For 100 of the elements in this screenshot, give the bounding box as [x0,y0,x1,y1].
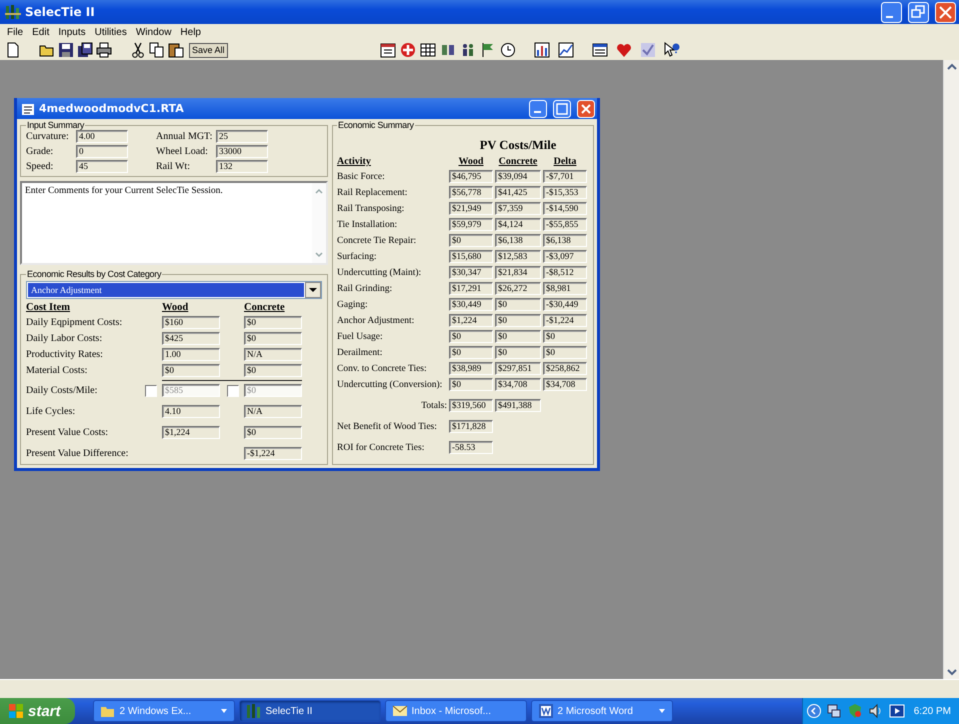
menu-item[interactable]: Inputs [54,26,90,38]
disks-icon[interactable] [77,42,93,58]
copy-icon[interactable] [149,42,165,58]
bar-chart-icon[interactable] [534,42,550,58]
document-title: 4medwoodmodvC1.RTA [39,102,184,115]
line-chart-icon[interactable] [558,42,574,58]
taskbar-button[interactable]: Inbox - Microsof... [384,700,527,722]
value-field: $56,778 [449,186,493,199]
list-icon[interactable] [592,42,608,58]
value-field: -$30,449 [543,298,587,311]
network-icon[interactable] [826,703,842,719]
menu-item[interactable]: Window [132,26,176,38]
save-all-button[interactable]: Save All [189,42,228,58]
field-label: Daily Eqpipment Costs: [26,316,124,328]
value-field: $0 [244,426,302,439]
paste-icon[interactable] [168,42,184,58]
value-field: $0 [543,346,587,359]
taskbar-button[interactable]: SelecTie II [238,700,381,722]
field-label: Surfacing: [337,250,378,262]
value-field: $160 [162,316,220,329]
field-label: Rail Grinding: [337,282,394,294]
value-field: N/A [244,405,302,418]
maximize-button[interactable] [553,100,571,118]
table-heading: PV Costs/Mile [478,138,558,153]
value-field: $0 [244,384,302,397]
value-field: $0 [495,346,541,359]
value-field: $0 [244,332,302,345]
value-field: $297,851 [495,362,541,375]
chevron-icon[interactable] [806,704,821,718]
clock-icon[interactable] [500,42,516,58]
value-field: $0 [244,316,302,329]
value-field: $30,449 [449,298,493,311]
document-icon [21,102,35,116]
field-label: Concrete Tie Repair: [337,234,418,246]
caret-icon [658,707,666,715]
menu-item[interactable]: File [3,26,28,38]
comments-text: Enter Comments for your Current SelecTie Session. [24,185,224,198]
close-button[interactable] [577,100,595,118]
value-field: -$1,224 [244,447,302,460]
restore-button[interactable] [908,2,929,22]
value-field: $26,272 [495,282,541,295]
value-field: $59,979 [449,218,493,231]
field-label: Undercutting (Conversion): [337,378,444,390]
help-icon[interactable] [664,42,680,58]
field-label: Daily Costs/Mile: [26,384,98,396]
start-button[interactable]: start [0,698,75,724]
category-dropdown[interactable]: Anchor Adjustment [26,281,322,299]
value-field: $30,347 [449,266,493,279]
column-header: Concrete [244,302,286,313]
calendar-icon[interactable] [380,42,396,58]
field-label: Gaging: [337,298,369,310]
value-field: 25 [216,130,268,143]
grid-icon[interactable] [420,42,436,58]
document-icon[interactable] [5,42,21,58]
value-field: $34,708 [495,378,541,391]
printer-icon[interactable] [96,42,112,58]
field-label: Fuel Usage: [337,330,384,342]
minimize-button[interactable] [529,100,547,118]
minimize-button[interactable] [881,2,902,22]
checkbox[interactable] [145,384,157,396]
value-field: $15,680 [449,250,493,263]
value-field: $171,828 [449,420,493,433]
close-button[interactable] [935,2,956,22]
taskbar-button[interactable]: 2 Windows Ex... [92,700,235,722]
value-field: $4,124 [495,218,541,231]
value-field: $0 [244,364,302,377]
value-field: -$15,353 [543,186,587,199]
value-field: $319,560 [449,399,493,412]
comments-field[interactable]: Enter Comments for your Current SelecTie Session. [20,181,328,265]
mail-icon [392,703,408,719]
value-field: $0 [495,298,541,311]
value-field: $12,583 [495,250,541,263]
field-label: Anchor Adjustment: [337,314,416,326]
check-icon[interactable] [640,42,656,58]
flag-icon[interactable] [480,42,496,58]
vertical-scrollbar[interactable] [943,60,959,679]
plus-icon[interactable] [400,42,416,58]
menu-item[interactable]: Edit [28,26,54,38]
value-field: $38,989 [449,362,493,375]
field-label: Wheel Load: [155,146,209,158]
media-icon[interactable] [888,703,905,719]
field-label: Curvature: [26,130,70,142]
scissors-icon[interactable] [130,42,146,58]
field-label: Rail Transposing: [337,202,406,214]
dropdown-value: Anchor Adjustment [28,283,304,297]
save-icon[interactable] [58,42,74,58]
taskbar-button[interactable]: 2 Microsoft Word [530,700,673,722]
value-field: $0 [449,330,493,343]
windows-logo-icon [8,703,24,719]
checkbox[interactable] [227,384,239,396]
heart-icon[interactable] [616,42,632,58]
field-label: Undercutting (Maint): [337,266,422,278]
menu-item[interactable]: Utilities [90,26,131,38]
field-label: Derailment: [337,346,384,358]
app-icon [246,703,262,719]
value-field: $21,949 [449,202,493,215]
value-field: 0 [76,145,128,158]
value-field: $491,388 [495,399,541,412]
menu-item[interactable]: Help [176,26,205,38]
value-field: $8,981 [543,282,587,295]
